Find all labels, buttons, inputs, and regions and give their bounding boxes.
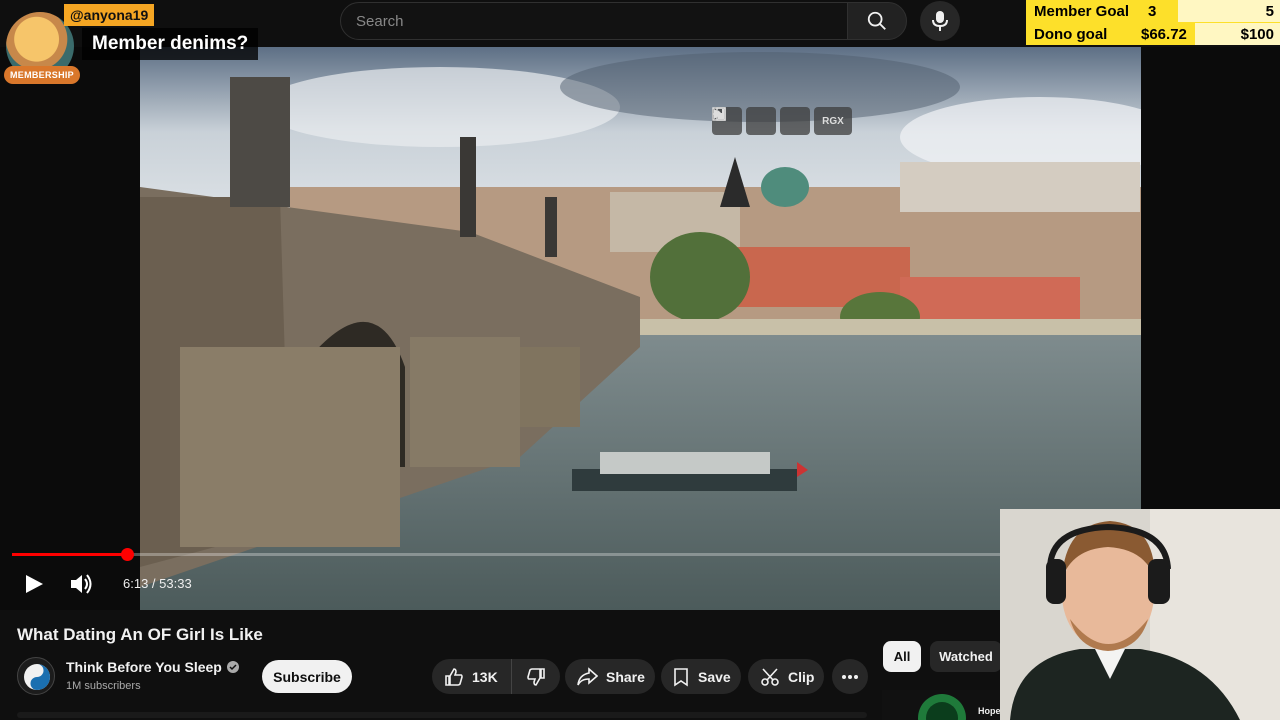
- description-box-edge: [17, 712, 867, 718]
- share-label: Share: [606, 668, 645, 685]
- subscriber-count: 1M subscribers: [66, 680, 141, 692]
- player-left-letterbox: [0, 47, 140, 610]
- dono-goal-row: Dono goal $66.72 $100: [1026, 23, 1280, 45]
- thumbs-down-icon: [527, 667, 545, 686]
- clip-button[interactable]: Clip: [748, 659, 824, 694]
- save-label: Save: [698, 668, 731, 685]
- like-button[interactable]: 13K: [432, 659, 512, 694]
- search-button[interactable]: [847, 2, 907, 40]
- stream-goals-overlay: Member Goal 3 5 Dono goal $66.72 $100: [1026, 0, 1280, 45]
- dono-goal-current: $66.72: [1141, 26, 1187, 43]
- rec-thumbnail-text: Hope: [978, 706, 1000, 716]
- more-actions-button[interactable]: [832, 659, 868, 694]
- subscribe-button[interactable]: Subscribe: [262, 660, 352, 693]
- microphone-icon: [932, 11, 948, 31]
- filter-chip-watched[interactable]: Watched: [930, 641, 1002, 672]
- webcam-person-image: [1000, 509, 1280, 720]
- member-goal-target: 5: [1265, 3, 1274, 20]
- search-box[interactable]: [340, 2, 848, 40]
- like-dislike-group: 13K: [432, 659, 560, 694]
- like-count: 13K: [472, 668, 498, 685]
- time-separator: /: [148, 576, 160, 591]
- voice-search-button[interactable]: [920, 1, 960, 41]
- dono-goal-label: Dono goal: [1034, 26, 1108, 43]
- time-total: 53:33: [159, 576, 192, 591]
- exit-icon[interactable]: [713, 107, 776, 135]
- bookmark-icon: [674, 667, 688, 686]
- video-title: What Dating An OF Girl Is Like: [17, 625, 263, 644]
- save-button[interactable]: Save: [661, 659, 741, 694]
- share-button[interactable]: Share: [565, 659, 655, 694]
- streamer-webcam: [1000, 509, 1280, 720]
- video-frame[interactable]: RGX: [140, 47, 1141, 610]
- video-scene-image: [140, 47, 1141, 610]
- progress-scrubber[interactable]: [120, 548, 134, 561]
- time-display: 6:13 / 53:33: [123, 576, 192, 591]
- volume-icon: [71, 574, 92, 594]
- yin-yang-icon: [24, 664, 50, 690]
- player-right-letterbox: [1141, 47, 1280, 509]
- play-button[interactable]: [20, 570, 48, 598]
- verified-icon: [227, 661, 239, 673]
- scissors-icon: [761, 667, 779, 686]
- clip-label: Clip: [788, 668, 815, 685]
- next-icon[interactable]: [714, 107, 810, 135]
- membership-badge: MEMBERSHIP: [4, 66, 80, 84]
- play-icon: [26, 575, 43, 593]
- thumbs-up-icon: [445, 667, 463, 686]
- player-overlay-controls: RGX: [712, 107, 852, 137]
- recommended-video-thumbnail[interactable]: Hope: [882, 690, 1000, 720]
- dislike-button[interactable]: [512, 659, 560, 694]
- video-progress-bar[interactable]: [12, 548, 1000, 561]
- more-horizontal-icon: [842, 674, 858, 679]
- filter-chip-all[interactable]: All: [883, 641, 921, 672]
- search-input[interactable]: [356, 12, 847, 30]
- member-handle: @anyona19: [64, 4, 155, 26]
- volume-button[interactable]: [68, 570, 96, 598]
- member-goal-row: Member Goal 3 5: [1026, 0, 1280, 22]
- dono-goal-target: $100: [1240, 26, 1274, 43]
- member-goal-current: 3: [1148, 3, 1157, 20]
- progress-played: [12, 553, 127, 556]
- search-icon: [867, 11, 886, 30]
- member-goal-label: Member Goal: [1034, 3, 1130, 20]
- time-current: 6:13: [123, 576, 149, 591]
- channel-avatar[interactable]: [17, 657, 55, 695]
- channel-name[interactable]: Think Before You Sleep: [66, 659, 222, 675]
- rgx-button[interactable]: RGX: [814, 107, 852, 135]
- member-message: Member denims?: [82, 28, 259, 60]
- share-icon: [577, 666, 598, 685]
